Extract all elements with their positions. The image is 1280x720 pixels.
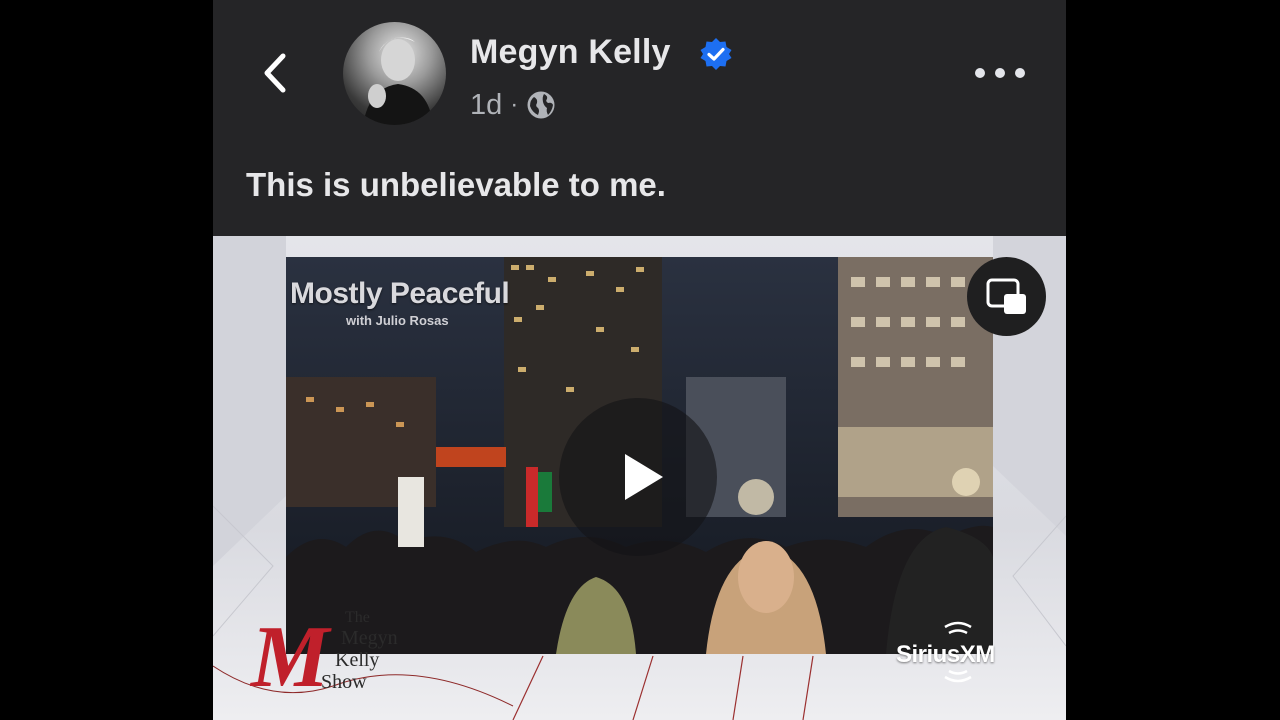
- show-logo-line: The: [345, 609, 370, 626]
- post-meta: 1d ·: [470, 86, 556, 124]
- back-button[interactable]: [251, 48, 301, 98]
- show-logo-line: Kelly: [335, 649, 380, 671]
- more-options-button[interactable]: [975, 55, 1025, 91]
- more-options-icon-dot: [1015, 68, 1025, 78]
- avatar-photo: [363, 37, 433, 125]
- more-options-icon-dot: [995, 68, 1005, 78]
- globe-icon: [527, 91, 555, 119]
- megyn-kelly-show-logo: M The Megyn Kelly Show: [251, 608, 411, 720]
- post-caption: This is unbelievable to me.: [246, 166, 666, 203]
- facebook-post-screen: Megyn Kelly 1d · This is unbelievable to…: [213, 0, 1066, 720]
- video-overlay-subtitle: with Julio Rosas: [346, 313, 449, 328]
- siriusxm-logo: SiriusXM: [893, 619, 1023, 689]
- video-attachment[interactable]: Mostly Peaceful with Julio Rosas M The M…: [213, 236, 1066, 720]
- video-player[interactable]: Mostly Peaceful with Julio Rosas: [286, 257, 993, 654]
- picture-in-picture-button[interactable]: [967, 257, 1046, 336]
- chevron-left-icon: [264, 53, 286, 93]
- author-name[interactable]: Megyn Kelly: [470, 33, 671, 72]
- show-logo-line: Show: [321, 671, 367, 693]
- show-logo-line: Megyn: [341, 627, 398, 649]
- show-logo-m: M: [251, 609, 330, 706]
- play-button[interactable]: [559, 398, 717, 556]
- meta-separator: ·: [510, 91, 519, 118]
- verified-badge-icon: [700, 38, 732, 70]
- author-avatar[interactable]: [343, 22, 446, 125]
- picture-in-picture-icon: [986, 278, 1026, 314]
- play-icon: [625, 454, 663, 500]
- post-header: Megyn Kelly 1d ·: [213, 0, 1066, 150]
- post-time[interactable]: 1d: [470, 89, 502, 122]
- more-options-icon: [975, 68, 985, 78]
- siriusxm-wordmark: SiriusXM: [896, 641, 995, 668]
- video-overlay-title: Mostly Peaceful: [290, 277, 510, 310]
